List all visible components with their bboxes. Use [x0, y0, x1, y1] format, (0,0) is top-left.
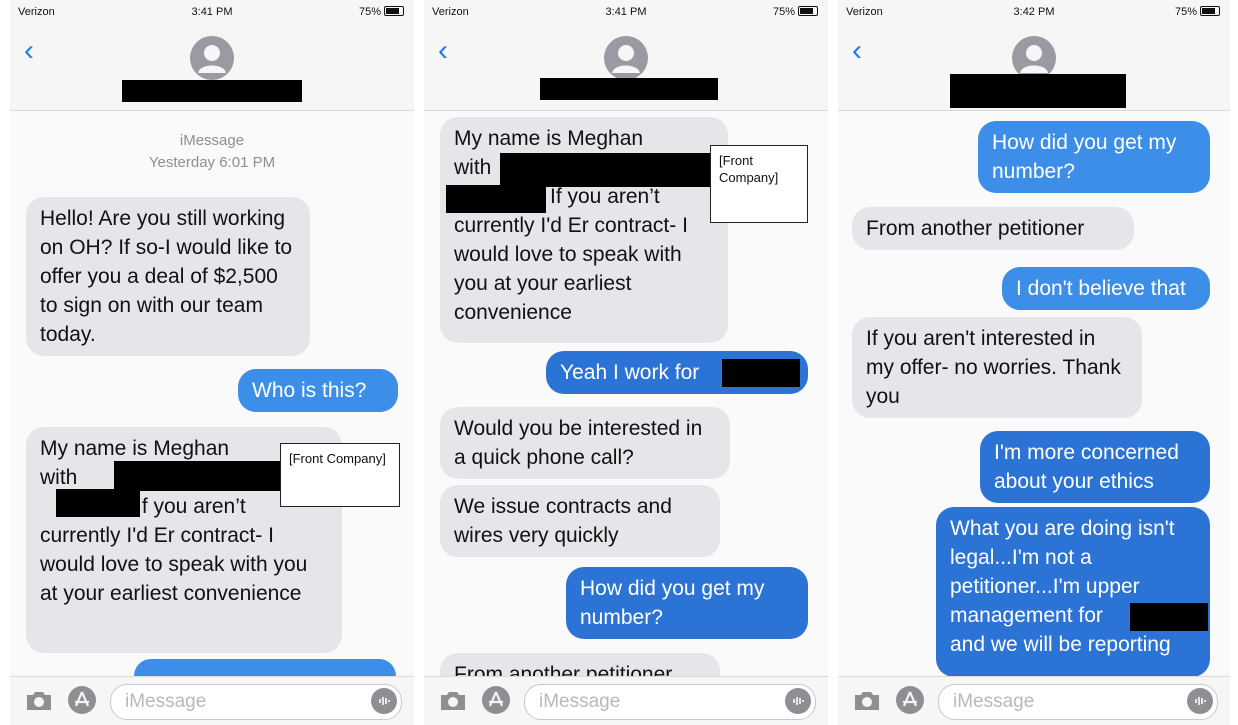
back-chevron-icon[interactable]: ‹ — [24, 36, 34, 66]
status-bar: Verizon 3:41 PM 75% — [424, 0, 828, 24]
message-bubble-incoming[interactable]: If you aren't interested in my offer- no… — [852, 317, 1142, 418]
clock: 3:41 PM — [191, 6, 233, 18]
redacted-company-name — [56, 489, 140, 517]
message-text: currently I'd Er contract- I would love … — [454, 214, 688, 324]
message-bubble-incoming-cut: From another petitioner — [440, 653, 720, 677]
phone-screen-2: Verizon 3:41 PM 75% ‹ My name is Meghan … — [424, 0, 828, 725]
conversation-header: ‹ — [10, 24, 414, 111]
message-bubble-incoming[interactable]: We issue contracts and wires very quickl… — [440, 485, 720, 557]
app-store-icon[interactable] — [68, 686, 96, 714]
status-bar: Verizon 3:42 PM 75% — [838, 0, 1230, 24]
front-company-annotation: [Front Company] — [280, 443, 400, 507]
message-input-bar: iMessage — [424, 676, 828, 725]
message-input-bar: iMessage — [838, 676, 1230, 725]
thread-service-label: iMessage — [179, 132, 245, 149]
clock: 3:42 PM — [1013, 6, 1055, 18]
conversation-header: ‹ — [838, 24, 1230, 111]
redacted-company-name — [500, 153, 712, 187]
battery-indicator: 75% — [359, 6, 404, 18]
redacted-contact-name — [122, 80, 302, 102]
app-store-icon[interactable] — [482, 686, 510, 714]
input-placeholder: iMessage — [953, 691, 1035, 712]
message-bubble-incoming[interactable]: My name is Meghan with If you aren’t cur… — [440, 117, 728, 343]
message-bubble-incoming[interactable]: Hello! Are you still working on OH? If s… — [26, 197, 310, 356]
message-thread[interactable]: iMessage Yesterday 6:01 PM Hello! Are yo… — [10, 111, 414, 677]
message-line: My name is Meghan — [454, 127, 644, 150]
message-text: currently I'd Er contract- I would love … — [40, 524, 308, 605]
redacted-employer-name — [1130, 603, 1208, 631]
status-bar: Verizon 3:41 PM 75% — [10, 0, 414, 24]
camera-icon[interactable] — [24, 689, 54, 713]
imessage-input[interactable]: iMessage — [524, 684, 816, 720]
back-chevron-icon[interactable]: ‹ — [852, 36, 862, 66]
imessage-input[interactable]: iMessage — [110, 684, 402, 720]
clock: 3:41 PM — [605, 6, 647, 18]
message-line: and we will be reporting — [950, 633, 1171, 656]
redacted-contact-name — [950, 74, 1126, 108]
redacted-contact-name — [540, 78, 718, 100]
battery-icon — [384, 6, 404, 16]
message-thread[interactable]: How did you get my number? From another … — [838, 111, 1230, 677]
redacted-company-name — [114, 461, 290, 491]
battery-indicator: 75% — [773, 6, 818, 18]
message-input-bar: iMessage — [10, 676, 414, 725]
imessage-input[interactable]: iMessage — [938, 684, 1218, 720]
battery-icon — [798, 6, 818, 16]
message-bubble-outgoing[interactable]: How did you get my number? — [566, 567, 808, 639]
app-store-icon[interactable] — [896, 686, 924, 714]
message-thread[interactable]: My name is Meghan with If you aren’t cur… — [424, 111, 828, 677]
battery-icon — [1200, 6, 1220, 16]
message-bubble-outgoing[interactable]: What you are doing isn't legal...I'm not… — [936, 507, 1210, 677]
contact-avatar-icon[interactable] — [190, 36, 234, 80]
thread-timestamp: Yesterday 6:01 PM — [148, 154, 276, 171]
phone-screen-1: Verizon 3:41 PM 75% ‹ iMessage Yesterday… — [10, 0, 414, 725]
message-bubble-outgoing[interactable]: Who is this? — [238, 369, 398, 412]
message-bubble-outgoing[interactable]: How did you get my number? — [978, 121, 1210, 193]
battery-percent: 75% — [358, 6, 381, 18]
battery-percent: 75% — [772, 6, 795, 18]
message-bubble-outgoing[interactable]: I'm more concerned about your ethics — [980, 431, 1210, 503]
conversation-header: ‹ — [424, 24, 828, 111]
camera-icon[interactable] — [852, 689, 882, 713]
front-company-annotation: [Front Company] — [710, 145, 808, 223]
message-bubble-incoming[interactable]: Would you be interested in a quick phone… — [440, 407, 730, 479]
microphone-icon[interactable] — [371, 688, 397, 714]
message-bubble-outgoing[interactable]: I don't believe that — [1002, 267, 1210, 310]
microphone-icon[interactable] — [785, 688, 811, 714]
redacted-company-name — [446, 185, 546, 213]
input-placeholder: iMessage — [125, 691, 207, 712]
phone-screen-3: Verizon 3:42 PM 75% ‹ How did you get my… — [838, 0, 1230, 725]
redacted-employer-name — [722, 359, 800, 387]
input-placeholder: iMessage — [539, 691, 621, 712]
message-bubble-incoming[interactable]: From another petitioner — [852, 207, 1134, 250]
message-bubble-outgoing-cut — [134, 659, 396, 677]
contact-avatar-icon[interactable] — [604, 36, 648, 80]
battery-percent: 75% — [1174, 6, 1197, 18]
camera-icon[interactable] — [438, 689, 468, 713]
battery-indicator: 75% — [1175, 6, 1220, 18]
microphone-icon[interactable] — [1187, 688, 1213, 714]
back-chevron-icon[interactable]: ‹ — [438, 36, 448, 66]
